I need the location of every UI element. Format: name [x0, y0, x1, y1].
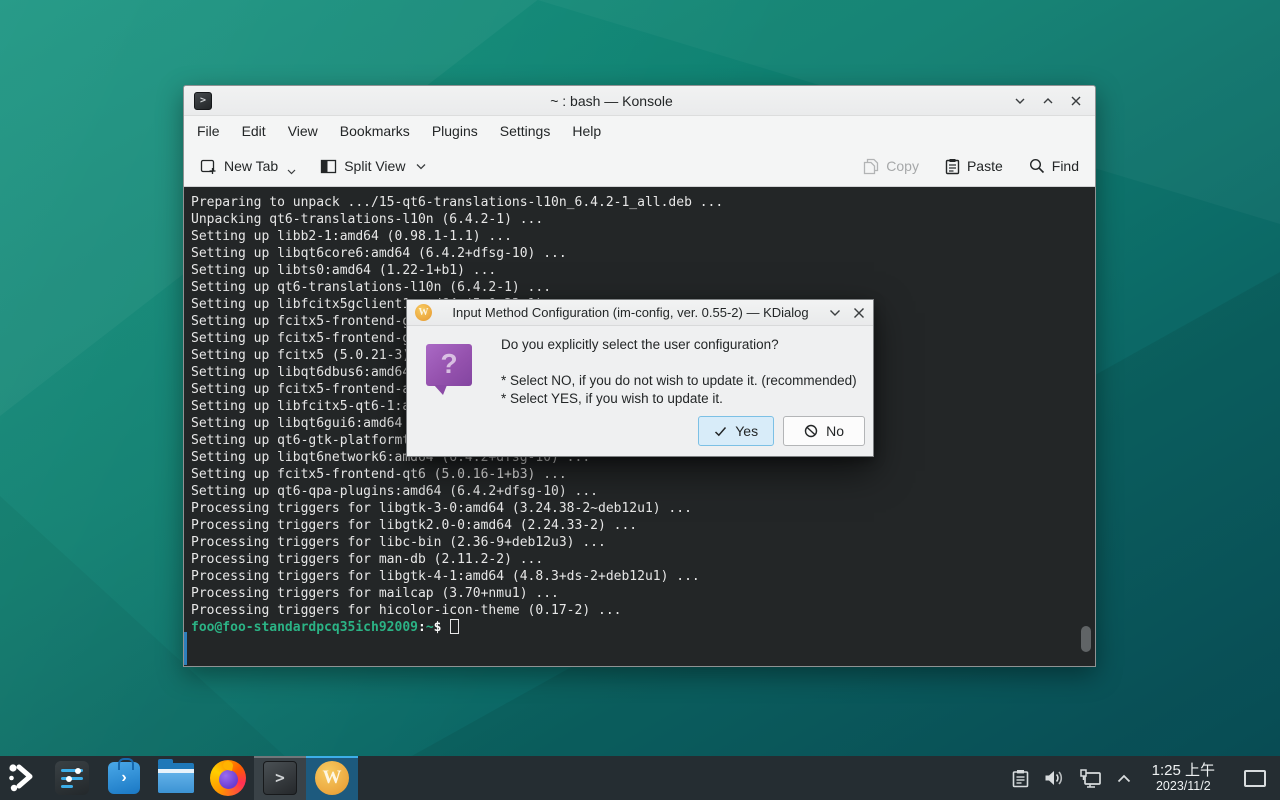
chevron-down-icon	[416, 163, 426, 170]
show-desktop-button[interactable]	[1244, 770, 1266, 787]
dialog-note-yes: * Select YES, if you wish to update it.	[501, 391, 723, 406]
close-icon[interactable]	[1067, 92, 1085, 110]
clock-date: 2023/11/2	[1152, 779, 1215, 793]
terminal-output-line: Unpacking qt6-translations-l10n (6.4.2-1…	[191, 211, 1095, 228]
prompt-user-host: foo@foo-standardpcq35ich92009	[191, 620, 418, 635]
menu-item-view[interactable]: View	[277, 118, 329, 144]
terminal-scrollbar-thumb[interactable]	[1081, 626, 1091, 652]
toolbar: New Tab Split View	[184, 146, 1095, 187]
terminal-output-line: Setting up qt6-qpa-plugins:amd64 (6.4.2+…	[191, 483, 1095, 500]
dialog-question-text: Do you explicitly select the user config…	[501, 337, 779, 352]
no-button[interactable]: No	[783, 416, 865, 446]
im-config-icon: W	[415, 304, 432, 321]
window-titlebar[interactable]: > ~ : bash — Konsole	[184, 86, 1095, 116]
dialog-note-no: * Select NO, if you do not wish to updat…	[501, 373, 857, 388]
digital-clock[interactable]: 1:25 上午 2023/11/2	[1146, 762, 1221, 794]
copy-button[interactable]: Copy	[863, 158, 919, 175]
firefox-icon	[210, 760, 246, 796]
discover-icon: ›	[108, 762, 140, 794]
menu-item-help[interactable]: Help	[561, 118, 612, 144]
maximize-icon[interactable]	[1039, 92, 1057, 110]
konsole-task-button[interactable]: >	[254, 756, 306, 800]
chevron-down-icon	[287, 169, 296, 175]
terminal-output-line: Processing triggers for libc-bin (2.36-9…	[191, 534, 1095, 551]
terminal-cursor	[450, 619, 459, 634]
tray-expand-chevron-icon[interactable]	[1117, 774, 1131, 783]
menu-item-edit[interactable]: Edit	[231, 118, 277, 144]
dialog-close-icon[interactable]	[853, 307, 865, 319]
terminal-output-line: Setting up fcitx5-frontend-qt6 (5.0.16-1…	[191, 466, 1095, 483]
network-tray-icon[interactable]	[1080, 769, 1102, 788]
plasma-launcher-icon	[6, 761, 40, 795]
dialog-title: Input Method Configuration (im-config, v…	[438, 305, 823, 320]
file-manager-button[interactable]	[150, 756, 202, 800]
terminal-output-line: Setting up qt6-translations-l10n (6.4.2-…	[191, 279, 1095, 296]
terminal-output-line: Preparing to unpack .../15-qt6-translati…	[191, 194, 1095, 211]
split-view-button[interactable]: Split View	[320, 158, 426, 174]
question-icon: ?	[426, 344, 472, 386]
discover-button[interactable]: ›	[98, 756, 150, 800]
new-tab-icon	[200, 158, 217, 175]
terminal-output-line: Setting up libqt6core6:amd64 (6.4.2+dfsg…	[191, 245, 1095, 262]
menu-item-file[interactable]: File	[186, 118, 231, 144]
new-tab-label: New Tab	[224, 158, 278, 174]
paste-icon	[945, 158, 960, 175]
system-settings-button[interactable]	[46, 756, 98, 800]
terminal-output-line: Processing triggers for libgtk-3-0:amd64…	[191, 500, 1095, 517]
terminal-output-line: Setting up libb2-1:amd64 (0.98.1-1.1) ..…	[191, 228, 1095, 245]
terminal-output-line: Processing triggers for libgtk-4-1:amd64…	[191, 568, 1095, 585]
yes-label: Yes	[735, 423, 758, 439]
copy-label: Copy	[886, 158, 919, 174]
paste-label: Paste	[967, 158, 1003, 174]
konsole-icon: >	[263, 761, 297, 795]
new-tab-button[interactable]: New Tab	[200, 157, 296, 175]
new-output-indicator	[184, 632, 187, 665]
paste-button[interactable]: Paste	[945, 158, 1003, 175]
taskbar: › > W	[0, 756, 1280, 800]
terminal-output-line: Setting up libts0:amd64 (1.22-1+b1) ...	[191, 262, 1095, 279]
yes-button[interactable]: Yes	[698, 416, 774, 446]
minimize-icon[interactable]	[1011, 92, 1029, 110]
check-icon	[714, 426, 727, 437]
dialog-body: ? Do you explicitly select the user conf…	[407, 326, 873, 456]
im-config-icon: W	[315, 761, 349, 795]
clipboard-tray-icon[interactable]	[1012, 769, 1029, 788]
system-settings-icon	[55, 761, 89, 795]
dialog-titlebar[interactable]: W Input Method Configuration (im-config,…	[407, 300, 873, 326]
im-config-task-button[interactable]: W	[306, 756, 358, 800]
menu-item-plugins[interactable]: Plugins	[421, 118, 489, 144]
terminal-output-line: Processing triggers for mailcap (3.70+nm…	[191, 585, 1095, 602]
find-label: Find	[1052, 158, 1079, 174]
menu-bar: FileEditViewBookmarksPluginsSettingsHelp	[184, 116, 1095, 146]
folder-icon	[158, 763, 194, 793]
terminal-prompt-line: foo@foo-standardpcq35ich92009:~$	[191, 619, 1095, 636]
konsole-icon: >	[194, 92, 212, 110]
find-button[interactable]: Find	[1029, 158, 1079, 174]
desktop: > ~ : bash — Konsole FileEditViewBookmar…	[0, 0, 1280, 800]
application-launcher-button[interactable]	[0, 756, 46, 800]
volume-tray-icon[interactable]	[1044, 769, 1065, 787]
split-view-icon	[320, 159, 337, 174]
window-title: ~ : bash — Konsole	[212, 93, 1011, 109]
deny-icon	[804, 424, 818, 438]
no-label: No	[826, 423, 844, 439]
clock-time: 1:25 上午	[1152, 762, 1215, 779]
terminal-output-line: Processing triggers for libgtk2.0-0:amd6…	[191, 517, 1095, 534]
terminal-output-line: Processing triggers for hicolor-icon-the…	[191, 602, 1095, 619]
kdialog-window: W Input Method Configuration (im-config,…	[406, 299, 874, 457]
split-view-label: Split View	[344, 158, 405, 174]
menu-item-bookmarks[interactable]: Bookmarks	[329, 118, 421, 144]
menu-item-settings[interactable]: Settings	[489, 118, 562, 144]
firefox-button[interactable]	[202, 756, 254, 800]
dialog-more-chevron-icon[interactable]	[829, 309, 841, 317]
copy-icon	[863, 158, 879, 175]
terminal-output-line: Processing triggers for man-db (2.11.2-2…	[191, 551, 1095, 568]
search-icon	[1029, 158, 1045, 174]
system-tray: 1:25 上午 2023/11/2	[1012, 762, 1280, 794]
